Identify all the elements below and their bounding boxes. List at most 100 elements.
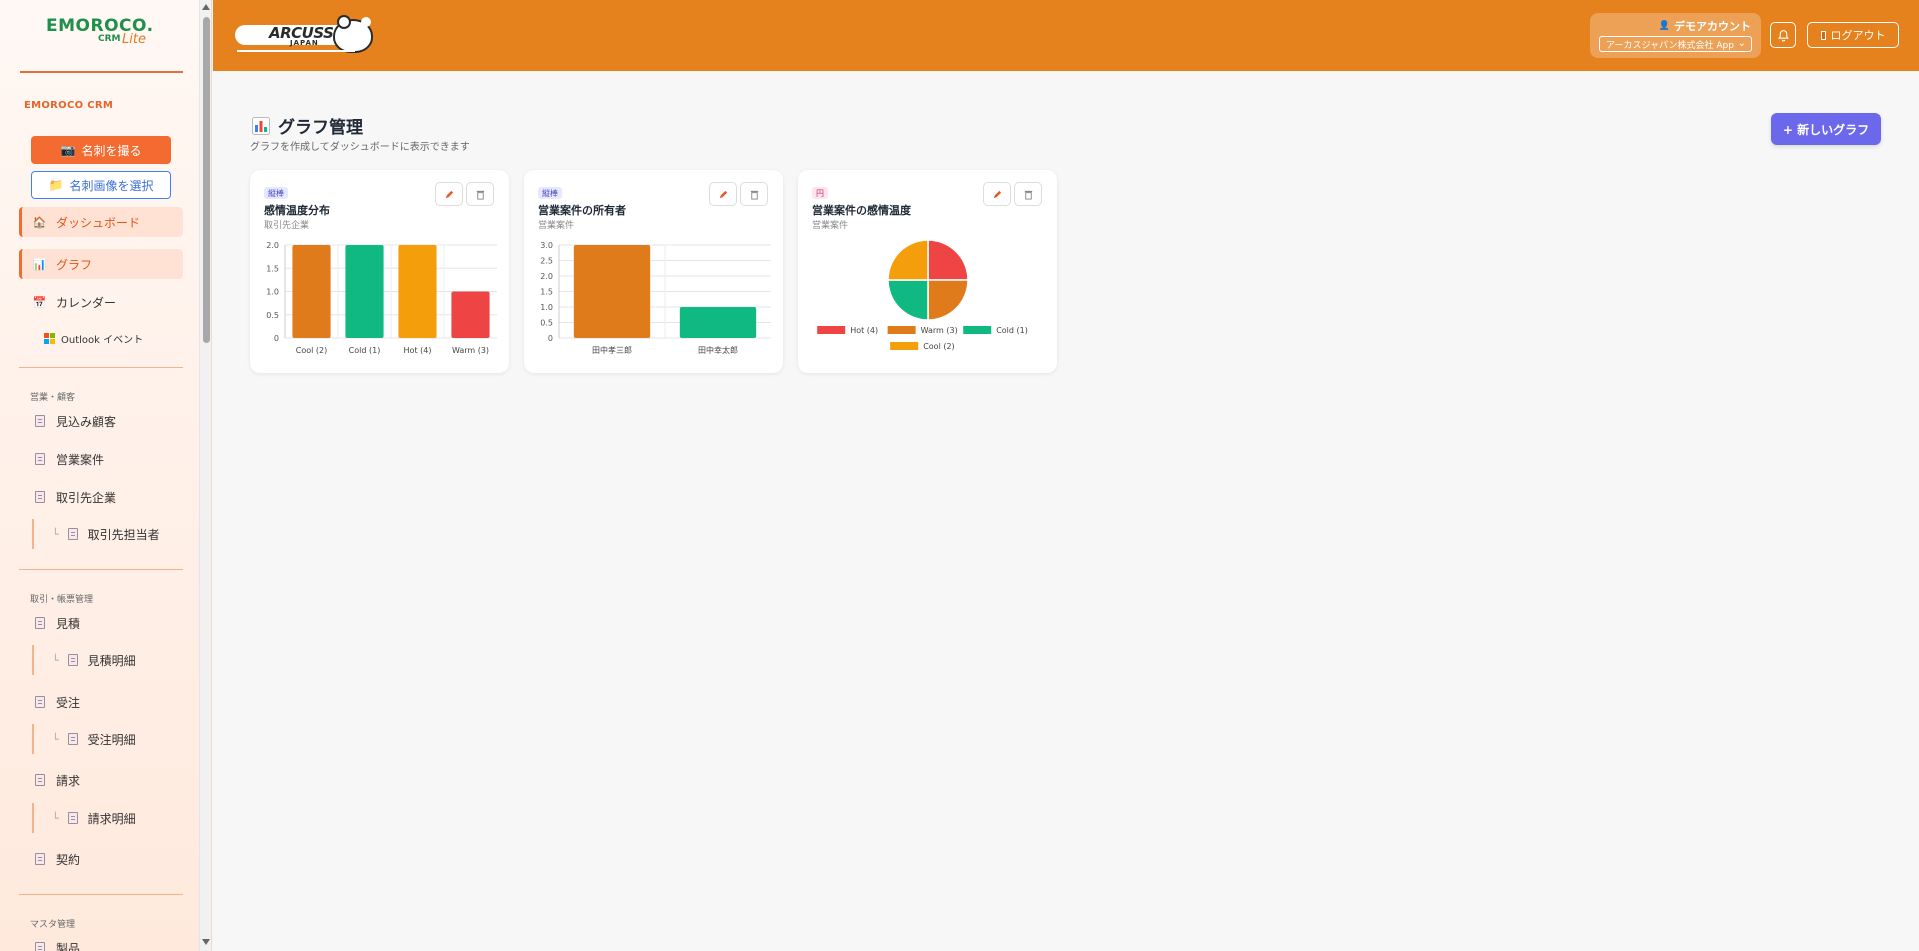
x-tick-label: 田中幸太郎 — [698, 345, 738, 355]
pie-slice — [927, 239, 969, 281]
sidebar-item-leads[interactable]: 見込み顧客 — [19, 406, 183, 436]
organization-select[interactable]: アーカスジャパン株式会社 App ⌄ — [1599, 36, 1752, 52]
bar — [573, 245, 651, 338]
sidebar-item-label: グラフ — [56, 257, 93, 272]
brand-caption: EMOROCO CRM — [24, 100, 114, 111]
sidebar-item-product[interactable]: 製品 — [19, 933, 183, 951]
tree-branch-icon: └ — [52, 653, 59, 667]
sidebar-item-invoice-detail[interactable]: └ 請求明細 — [32, 803, 182, 833]
card-source: 営業案件 — [812, 221, 849, 231]
bar — [398, 245, 437, 338]
x-tick-label: Cold (1) — [349, 346, 381, 355]
document-icon — [33, 773, 46, 787]
graph-card: 縦棒 感情温度分布 取引先企業 0 0.5 1.0 1.5 2.0 Cool (2) Col… — [250, 170, 509, 373]
notifications-button[interactable] — [1770, 22, 1796, 48]
chart-type-badge: 縦棒 — [538, 187, 562, 199]
sidebar-item-label: 請求 — [56, 773, 81, 788]
document-icon — [33, 941, 46, 951]
document-icon — [67, 527, 80, 541]
sidebar-item-invoice[interactable]: 請求 — [19, 765, 183, 795]
pencil-icon — [719, 190, 727, 198]
sidebar-item-label: 製品 — [56, 941, 81, 951]
edit-button[interactable] — [983, 182, 1011, 206]
edit-button[interactable] — [435, 182, 463, 206]
sidebar-item-deals[interactable]: 営業案件 — [19, 444, 183, 474]
y-tick-label: 0 — [548, 334, 553, 343]
bar-chart-icon — [252, 116, 270, 135]
sidebar-item-contract[interactable]: 契約 — [19, 844, 183, 874]
sidebar-item-calendar[interactable]: 📅 カレンダー — [19, 287, 183, 317]
folder-icon: 📁 — [48, 178, 64, 192]
sidebar-item-label: 営業案件 — [56, 452, 105, 467]
y-tick-label: 1.0 — [266, 288, 279, 297]
scan-card-button[interactable]: 📷 名刺を撮る — [31, 136, 171, 164]
sidebar-item-quote[interactable]: 見積 — [19, 608, 183, 638]
sidebar-item-order-detail[interactable]: └ 受注明細 — [32, 724, 182, 754]
sidebar-item-contacts[interactable]: └ 取引先担当者 — [32, 519, 182, 549]
sidebar-scrollbar[interactable] — [199, 0, 211, 951]
bar — [292, 245, 331, 338]
document-icon — [33, 695, 46, 709]
legend-swatch — [890, 342, 919, 350]
delete-button[interactable] — [1014, 182, 1042, 206]
document-icon — [67, 653, 80, 667]
document-icon — [33, 852, 46, 866]
page-title: グラフ管理 — [252, 113, 363, 138]
tree-branch-icon: └ — [52, 732, 59, 746]
bear-mascot-icon — [333, 15, 373, 53]
card-source: 取引先企業 — [264, 221, 310, 231]
sidebar-item-label: ダッシュボード — [56, 215, 141, 230]
sidebar-item-label: 見込み顧客 — [56, 414, 117, 429]
emoroco-logo[interactable]: EMOROCO. CRM Lite — [46, 16, 158, 52]
x-tick-label: Cool (2) — [296, 346, 327, 355]
chevron-down-icon: ⌄ — [1737, 38, 1746, 49]
legend-label: Hot (4) — [850, 326, 878, 335]
y-tick-label: 1.5 — [540, 288, 553, 297]
sidebar-divider — [19, 569, 183, 570]
sidebar-item-label: 見積 — [56, 616, 81, 631]
edit-button[interactable] — [709, 182, 737, 206]
sidebar-item-outlook[interactable]: Outlook イベント — [44, 325, 184, 351]
bell-icon — [1777, 29, 1789, 41]
legend-swatch — [887, 326, 916, 334]
bar — [345, 245, 384, 338]
x-tick-label: 田中孝三郎 — [592, 345, 632, 355]
legend-swatch — [963, 326, 992, 334]
legend-label: Warm (3) — [921, 326, 958, 335]
y-tick-label: 0 — [274, 334, 279, 343]
door-icon — [1820, 30, 1826, 40]
document-icon — [33, 452, 46, 466]
scroll-down-icon[interactable] — [202, 939, 210, 945]
new-graph-button[interactable]: + 新しいグラフ — [1771, 113, 1881, 145]
bar — [451, 291, 490, 338]
sidebar-item-label: 見積明細 — [87, 653, 136, 668]
page-subtitle: グラフを作成してダッシュボードに表示できます — [250, 142, 470, 153]
arcuss-logo[interactable]: ARCUSS JAPAN — [235, 15, 391, 55]
graph-card: 縦棒 営業案件の所有者 営業案件 0 0.5 1.0 1.5 2.0 2.5 3.0 田中孝三… — [524, 170, 783, 373]
sidebar-item-label: 契約 — [56, 852, 81, 867]
user-icon: 👤 — [1658, 21, 1670, 31]
sidebar-item-dashboard[interactable]: 🏠 ダッシュボード — [19, 207, 183, 237]
sidebar-item-order[interactable]: 受注 — [19, 687, 183, 717]
scrollbar-thumb[interactable] — [203, 17, 210, 343]
select-card-image-label: 名刺画像を選択 — [69, 178, 154, 193]
document-icon — [33, 490, 46, 504]
chart-container: 0 0.5 1.0 1.5 2.0 2.5 3.0 田中孝三郎 田中幸太郎 — [540, 241, 771, 355]
account-name: 👤 デモアカウント — [1659, 18, 1751, 34]
document-icon — [67, 732, 80, 746]
sidebar-item-graph[interactable]: 📊 グラフ — [19, 249, 183, 279]
scroll-up-icon[interactable] — [202, 4, 210, 10]
delete-button[interactable] — [740, 182, 768, 206]
windows-icon — [44, 332, 55, 344]
logout-button[interactable]: ログアウト — [1807, 22, 1899, 48]
delete-button[interactable] — [466, 182, 494, 206]
logo-underline — [237, 50, 355, 52]
y-tick-label: 0.5 — [266, 311, 279, 320]
select-card-image-button[interactable]: 📁 名刺画像を選択 — [31, 171, 171, 199]
home-icon: 🏠 — [32, 215, 47, 229]
card-title: 営業案件の所有者 — [538, 204, 626, 217]
sidebar: EMOROCO. CRM Lite EMOROCO CRM 📷 名刺を撮る 📁 … — [0, 0, 212, 951]
sidebar-item-accounts[interactable]: 取引先企業 — [19, 482, 183, 512]
sidebar-item-quote-detail[interactable]: └ 見積明細 — [32, 645, 182, 675]
chart-type-badge: 円 — [812, 187, 828, 199]
